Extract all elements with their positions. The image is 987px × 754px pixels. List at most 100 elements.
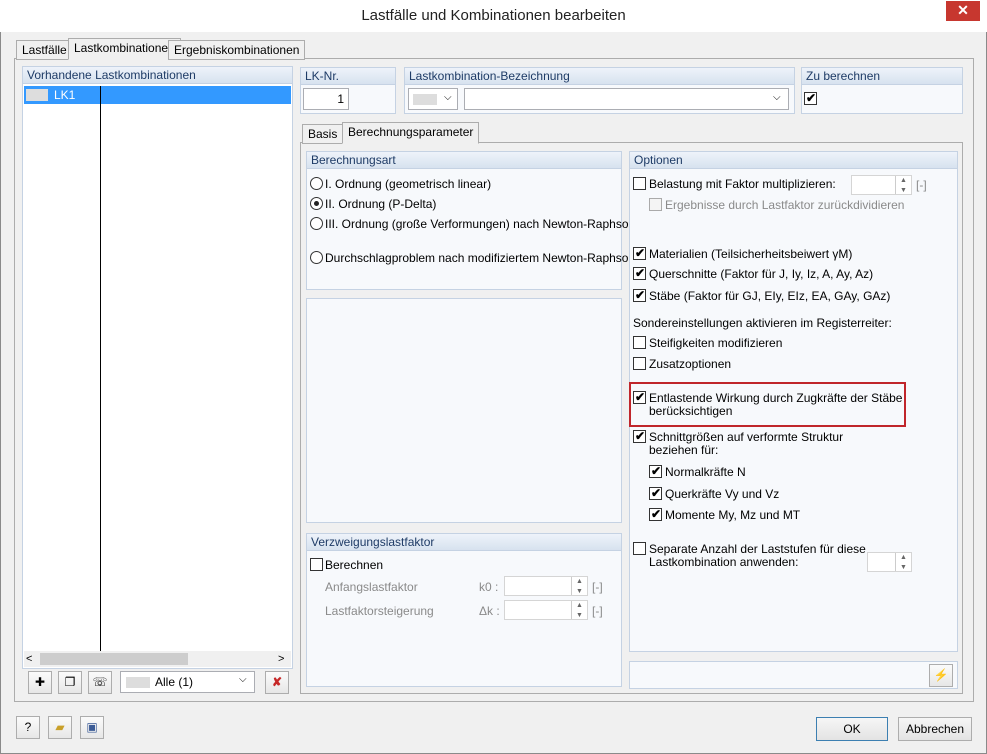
- belastung-checkbox[interactable]: [633, 177, 646, 190]
- momente-checkbox[interactable]: ✔: [649, 507, 662, 521]
- copy-combination-button[interactable]: ❐: [58, 671, 82, 694]
- steigerung-symbol: Δk :: [479, 604, 500, 618]
- checkmark-icon: ✔: [651, 486, 662, 500]
- filter-select[interactable]: Alle (1) ⌵: [120, 671, 255, 693]
- steigerung-unit: [-]: [592, 604, 603, 618]
- steifigkeiten-checkbox[interactable]: [633, 336, 646, 349]
- belastung-unit: [-]: [916, 178, 927, 192]
- tab-ergebniskombinationen[interactable]: Ergebniskombinationen: [168, 40, 306, 60]
- open-button[interactable]: ▰: [48, 716, 72, 739]
- materialien-label: Materialien (Teilsicherheitsbeiwert γM): [649, 247, 853, 261]
- radio-second-order[interactable]: [310, 197, 323, 210]
- cancel-button[interactable]: Abbrechen: [898, 717, 972, 741]
- copy-icon: ❐: [64, 675, 76, 689]
- save-button[interactable]: ▣: [80, 716, 104, 739]
- entlastend-label-line1: Entlastende Wirkung durch Zugkräfte der …: [649, 391, 903, 405]
- separate-label-line1: Separate Anzahl der Laststufen für diese: [649, 542, 866, 556]
- normal-label: Normalkräfte N: [665, 465, 746, 479]
- ergebnisse-checkbox[interactable]: [649, 198, 662, 211]
- radio-third-order-label: III. Ordnung (große Verformungen) nach N…: [325, 217, 636, 231]
- spinner-icon[interactable]: ▲ ▼: [571, 577, 587, 595]
- schnitt-label-line1: Schnittgrößen auf verformte Struktur: [649, 430, 844, 444]
- delete-button[interactable]: ✘: [265, 671, 289, 694]
- zusatz-checkbox[interactable]: [633, 357, 646, 370]
- separate-checkbox[interactable]: [633, 542, 646, 555]
- list-item-label: LK1: [54, 88, 76, 102]
- staebe-checkbox[interactable]: ✔: [633, 288, 646, 302]
- tab-lastkombinationen[interactable]: Lastkombinationen: [68, 38, 181, 60]
- existing-combinations-header: Vorhandene Lastkombinationen: [23, 67, 292, 84]
- berechnungsart-header: Berechnungsart: [307, 152, 621, 169]
- steigerung-label: Lastfaktorsteigerung: [325, 604, 434, 618]
- lightning-icon: ⚡: [933, 668, 949, 682]
- steifigkeiten-label: Steifigkeiten modifizieren: [649, 336, 783, 350]
- steigerung-input[interactable]: ▲ ▼: [504, 600, 588, 620]
- entlastend-label-line2: berücksichtigen: [649, 404, 733, 418]
- existing-combinations-panel: [22, 66, 293, 669]
- chevron-down-icon: ⌵: [773, 92, 781, 103]
- chevron-down-icon: ⌵: [444, 92, 452, 103]
- radio-dot: [314, 201, 319, 206]
- checkmark-icon: ✔: [651, 464, 662, 478]
- scroll-thumb[interactable]: [40, 653, 188, 665]
- quer-checkbox[interactable]: ✔: [649, 486, 662, 500]
- subtab-berechnungsparameter[interactable]: Berechnungsparameter: [342, 122, 480, 144]
- empty-panel: [306, 298, 622, 523]
- radio-snap-through[interactable]: [310, 251, 323, 264]
- checkmark-icon: ✔: [651, 507, 662, 521]
- bezeichnung-type-select[interactable]: ⌵: [408, 88, 458, 110]
- belastung-label: Belastung mit Faktor multiplizieren:: [649, 177, 836, 191]
- sonder-label: Sondereinstellungen aktivieren im Regist…: [633, 316, 892, 330]
- help-button[interactable]: ?: [16, 716, 40, 739]
- renumber-button[interactable]: ☏: [88, 671, 112, 694]
- spinner-icon[interactable]: ▲ ▼: [895, 553, 911, 571]
- anfangs-input[interactable]: ▲ ▼: [504, 576, 588, 596]
- spinner-icon[interactable]: ▲ ▼: [895, 176, 911, 194]
- tool-strip: [629, 661, 958, 689]
- scroll-right-button[interactable]: >: [278, 651, 290, 667]
- tab-lastfaelle[interactable]: Lastfälle: [16, 40, 73, 60]
- radio-snap-through-label: Durchschlagproblem nach modifiziertem Ne…: [325, 251, 636, 265]
- type-swatch: [413, 94, 437, 105]
- spinner-icon[interactable]: ▲ ▼: [571, 601, 587, 619]
- ok-button[interactable]: OK: [816, 717, 888, 741]
- optionen-header: Optionen: [630, 152, 957, 169]
- lk-nr-value: 1: [337, 92, 344, 106]
- schnitt-checkbox[interactable]: ✔: [633, 429, 646, 443]
- berechnen-checkbox[interactable]: [310, 558, 323, 571]
- calculate-button[interactable]: ⚡: [929, 664, 953, 687]
- belastung-input[interactable]: ▲ ▼: [851, 175, 912, 195]
- checkmark-icon: ✔: [635, 266, 646, 280]
- entlastend-checkbox[interactable]: ✔: [633, 390, 646, 404]
- checkmark-icon: ✔: [635, 429, 646, 443]
- new-combination-button[interactable]: ✚: [28, 671, 52, 694]
- bezeichnung-label: Lastkombination-Bezeichnung: [405, 68, 794, 85]
- radio-first-order[interactable]: [310, 177, 323, 190]
- close-button[interactable]: ✕: [946, 1, 980, 21]
- staebe-label: Stäbe (Faktor für GJ, EIy, EIz, EA, GAy,…: [649, 289, 891, 303]
- lk-nr-label: LK-Nr.: [301, 68, 395, 85]
- materialien-checkbox[interactable]: ✔: [633, 246, 646, 260]
- anfangs-label: Anfangslastfaktor: [325, 580, 418, 594]
- color-swatch: [26, 89, 48, 101]
- schnitt-label-line2: beziehen für:: [649, 443, 719, 457]
- normal-checkbox[interactable]: ✔: [649, 464, 662, 478]
- column-separator: [100, 86, 101, 651]
- filter-value: Alle (1): [155, 675, 194, 689]
- radio-third-order[interactable]: [310, 217, 323, 230]
- separate-input[interactable]: ▲ ▼: [867, 552, 912, 572]
- horizontal-scrollbar[interactable]: < >: [24, 651, 291, 667]
- lk-nr-input[interactable]: 1: [303, 88, 349, 110]
- delete-icon: ✘: [271, 675, 283, 689]
- scroll-left-button[interactable]: <: [26, 651, 38, 667]
- bezeichnung-input[interactable]: ⌵: [464, 88, 789, 110]
- subtab-basis[interactable]: Basis: [302, 124, 344, 144]
- zu-berechnen-label: Zu berechnen: [802, 68, 962, 85]
- quer-label: Querkräfte Vy und Vz: [665, 487, 780, 501]
- zu-berechnen-checkbox[interactable]: ✔: [804, 91, 817, 105]
- checkmark-icon: ✔: [635, 246, 646, 260]
- querschnitte-checkbox[interactable]: ✔: [633, 266, 646, 280]
- list-item[interactable]: LK1: [24, 86, 291, 104]
- folder-icon: ▰: [55, 720, 65, 734]
- filter-swatch: [126, 677, 150, 688]
